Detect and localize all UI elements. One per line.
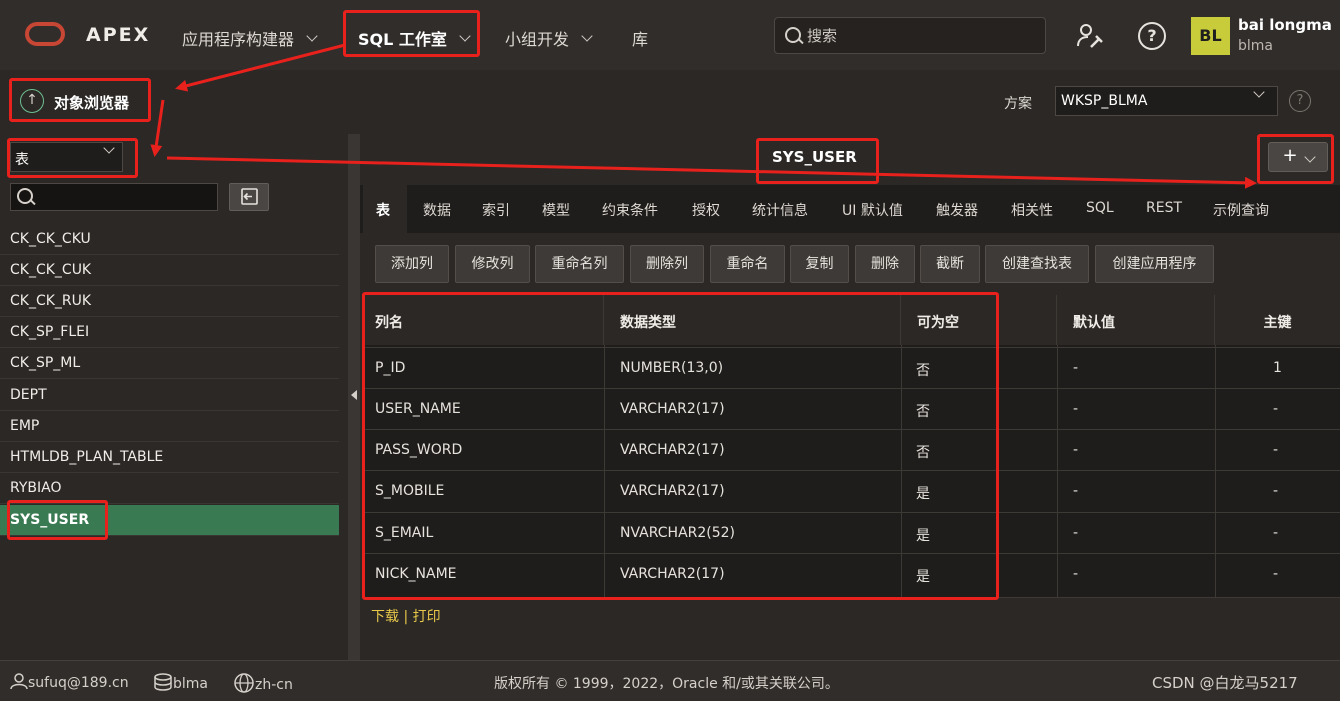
annotation-arrows (150, 43, 1257, 189)
